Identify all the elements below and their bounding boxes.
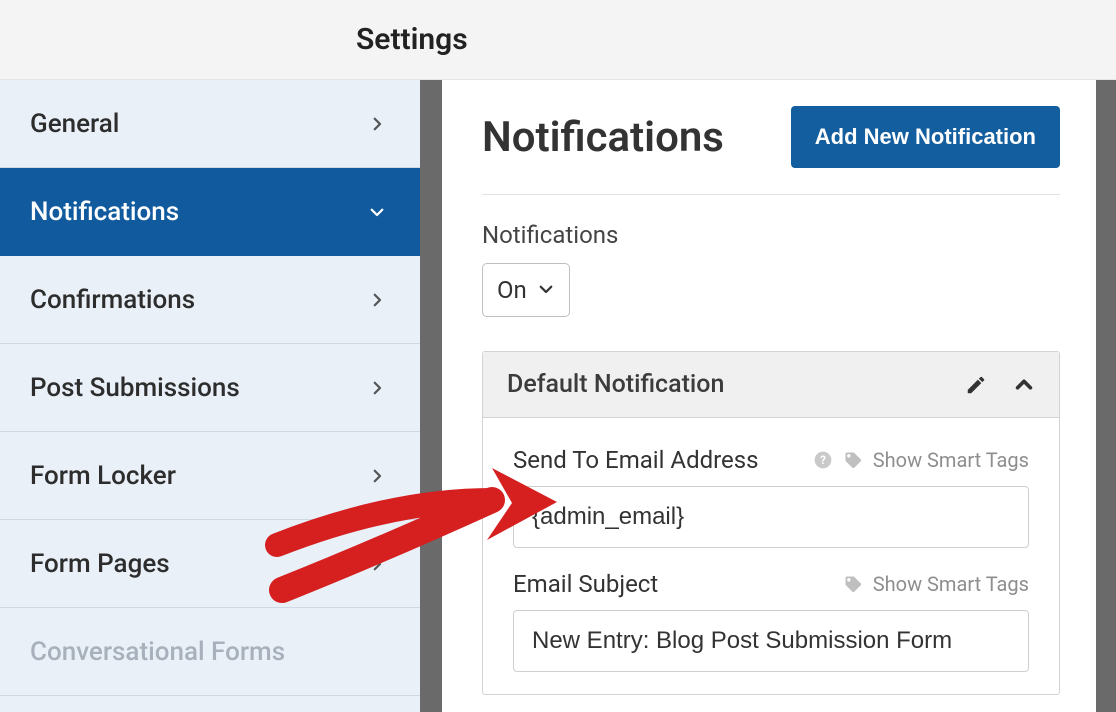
sidebar-item-label: Form Locker [30, 461, 176, 491]
chevron-right-icon [368, 467, 386, 485]
sidebar-item-conversational-forms[interactable]: Conversational Forms [0, 608, 420, 696]
field-meta: Show Smart Tags [843, 572, 1029, 596]
chevron-up-icon[interactable] [1013, 374, 1035, 396]
settings-sidebar: General Notifications Confirmations Post… [0, 80, 420, 712]
sidebar-item-label: Conversational Forms [30, 637, 285, 667]
tag-icon[interactable] [843, 450, 863, 470]
show-smart-tags-link[interactable]: Show Smart Tags [873, 448, 1029, 472]
page-header: Notifications Add New Notification [482, 106, 1060, 195]
chevron-down-icon [537, 276, 555, 304]
notification-card-title: Default Notification [507, 370, 724, 399]
notification-card-body: Send To Email Address ? Show Smart Tags [483, 418, 1059, 672]
page-title: Notifications [482, 113, 724, 162]
sidebar-item-notifications[interactable]: Notifications [0, 168, 420, 256]
sidebar-item-label: Confirmations [30, 285, 195, 315]
layout: General Notifications Confirmations Post… [0, 80, 1116, 712]
svg-text:?: ? [820, 453, 826, 467]
help-icon[interactable]: ? [813, 450, 833, 470]
topbar: Settings [0, 0, 1116, 80]
field-label-row: Send To Email Address ? Show Smart Tags [513, 446, 1029, 474]
sidebar-item-label: Notifications [30, 197, 179, 227]
show-smart-tags-link[interactable]: Show Smart Tags [873, 572, 1029, 596]
chevron-right-icon [368, 291, 386, 309]
sidebar-item-label: Form Pages [30, 549, 170, 579]
tag-icon[interactable] [843, 574, 863, 594]
field-label-row: Email Subject Show Smart Tags [513, 570, 1029, 598]
toggle-value: On [497, 276, 527, 304]
notification-card: Default Notification Send To Email Add [482, 351, 1060, 695]
field-meta: ? Show Smart Tags [813, 448, 1029, 472]
email-subject-label: Email Subject [513, 570, 658, 598]
sidebar-item-label: Post Submissions [30, 373, 240, 403]
sidebar-item-general[interactable]: General [0, 80, 420, 168]
add-new-notification-button[interactable]: Add New Notification [791, 106, 1060, 168]
sidebar-item-form-pages[interactable]: Form Pages [0, 520, 420, 608]
chevron-right-icon [368, 115, 386, 133]
topbar-title: Settings [356, 22, 468, 57]
notifications-toggle-select[interactable]: On [482, 263, 570, 317]
sidebar-item-form-locker[interactable]: Form Locker [0, 432, 420, 520]
chevron-down-icon [368, 203, 386, 221]
send-to-label: Send To Email Address [513, 446, 759, 474]
chevron-right-icon [368, 379, 386, 397]
card-header-actions [965, 374, 1035, 396]
notifications-label: Notifications [482, 221, 1060, 249]
main-wrap: Notifications Add New Notification Notif… [420, 80, 1116, 712]
chevron-right-icon [368, 555, 386, 573]
send-to-email-input[interactable] [513, 486, 1029, 548]
notification-card-header: Default Notification [483, 352, 1059, 418]
sidebar-item-label: General [30, 109, 119, 139]
sidebar-item-confirmations[interactable]: Confirmations [0, 256, 420, 344]
send-to-field: Send To Email Address ? Show Smart Tags [513, 446, 1029, 548]
sidebar-item-post-submissions[interactable]: Post Submissions [0, 344, 420, 432]
email-subject-field: Email Subject Show Smart Tags [513, 570, 1029, 672]
main-panel: Notifications Add New Notification Notif… [442, 80, 1096, 712]
edit-icon[interactable] [965, 374, 987, 396]
email-subject-input[interactable] [513, 610, 1029, 672]
